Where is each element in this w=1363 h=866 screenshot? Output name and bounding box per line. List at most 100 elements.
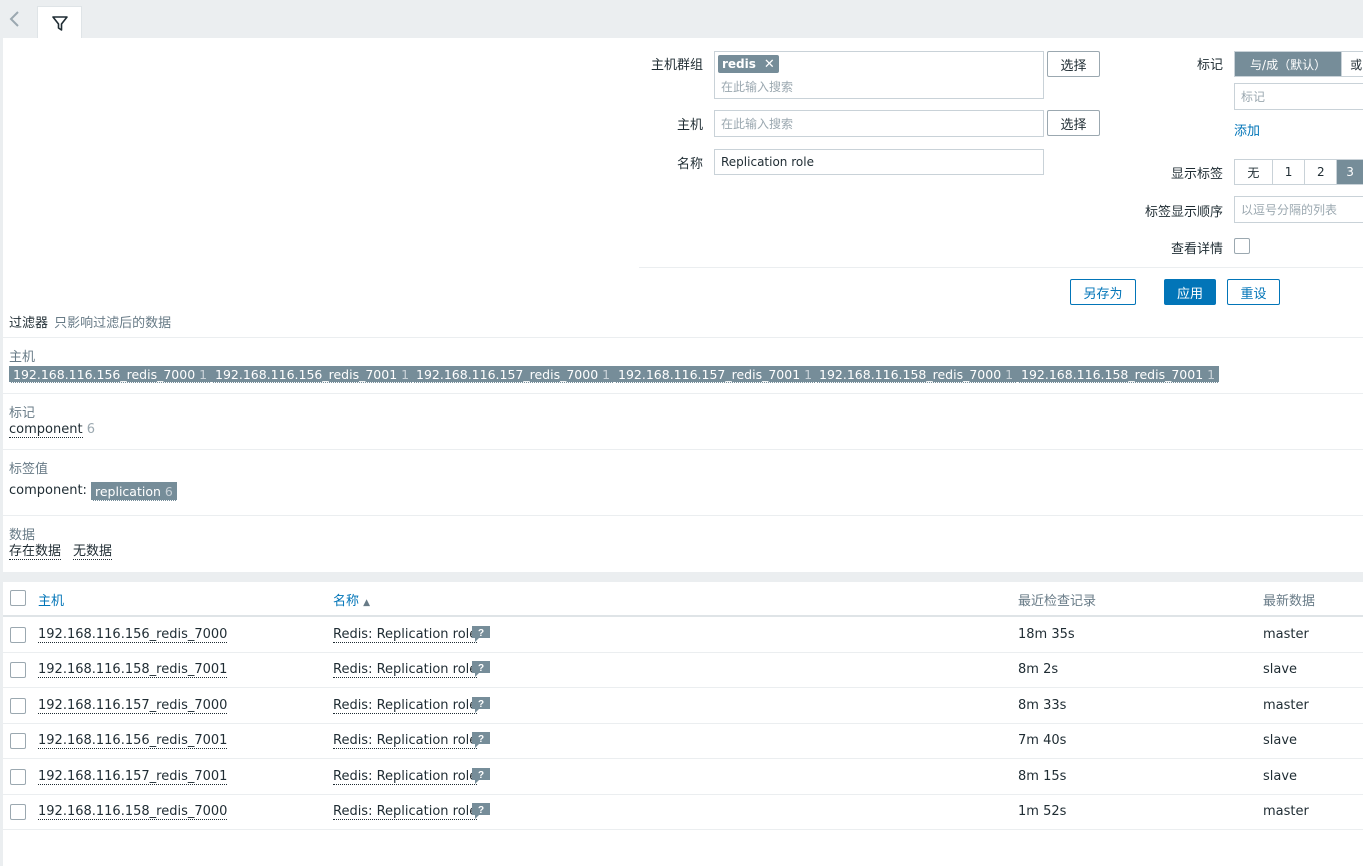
subfilter-divider xyxy=(3,515,1363,516)
subfilter-tags-title: 标记 xyxy=(9,406,36,421)
item-description-icon[interactable]: ? xyxy=(472,732,490,749)
show-tags-1[interactable]: 1 xyxy=(1273,160,1306,184)
row-last-value: slave xyxy=(1263,768,1298,784)
show-tags-label: 显示标签 xyxy=(1170,167,1223,182)
item-description-icon[interactable]: ? xyxy=(472,767,490,785)
subfilter-host-name: 192.168.116.157_redis_7001 xyxy=(618,366,801,382)
tag-name-placeholder: 标记 xyxy=(1241,90,1266,104)
host-groups-multiselect[interactable]: redis ✕ 在此输入搜索 xyxy=(714,51,1044,99)
item-description-icon[interactable]: ? xyxy=(472,626,490,643)
row-host-link[interactable]: 192.168.116.157_redis_7001 xyxy=(38,769,228,785)
subfilter-divider xyxy=(3,337,1363,338)
hosts-search-placeholder: 在此输入搜索 xyxy=(721,117,794,131)
tags-label: 标记 xyxy=(1196,58,1223,73)
row-host-link[interactable]: 192.168.116.158_redis_7001 xyxy=(38,662,228,679)
name-label: 名称 xyxy=(676,157,703,172)
row-item-name-link[interactable]: Redis: Replication role xyxy=(333,769,478,785)
row-checkbox[interactable] xyxy=(10,768,26,785)
subfilter-host-tag[interactable]: 192.168.116.157_redis_7001 1 xyxy=(614,366,817,383)
add-tag-link[interactable]: 添加 xyxy=(1234,120,1260,139)
row-last-value: master xyxy=(1263,627,1309,642)
svg-text:?: ? xyxy=(478,734,484,745)
row-host-link[interactable]: 192.168.116.158_redis_7000 xyxy=(38,804,228,820)
row-host-link[interactable]: 192.168.116.156_redis_7001 xyxy=(38,733,228,750)
row-checkbox[interactable] xyxy=(10,804,26,820)
row-checkbox[interactable] xyxy=(10,733,26,750)
subfilter-tag-value[interactable]: replication 6 xyxy=(91,482,177,501)
row-checkbox[interactable] xyxy=(10,627,26,643)
host-group-chip-label: redis xyxy=(722,57,756,71)
show-details-checkbox[interactable] xyxy=(1234,238,1250,254)
chevron-left-icon[interactable] xyxy=(4,6,26,32)
row-last-check: 8m 33s xyxy=(1018,697,1067,713)
tags-mode-or[interactable]: 或 xyxy=(1342,52,1363,76)
column-header-host[interactable]: 主机 xyxy=(38,590,64,609)
filter-tab[interactable] xyxy=(37,6,82,39)
subfilter-host-name: 192.168.116.158_redis_7001 xyxy=(1021,366,1204,382)
reset-button[interactable]: 重设 xyxy=(1227,279,1280,305)
close-icon[interactable]: ✕ xyxy=(764,57,775,72)
item-description-icon[interactable]: ? xyxy=(472,696,490,714)
svg-text:?: ? xyxy=(478,770,484,781)
host-groups-search-placeholder[interactable]: 在此输入搜索 xyxy=(721,78,793,95)
row-item-name-link[interactable]: Redis: Replication role xyxy=(333,698,478,714)
hosts-multiselect[interactable]: 在此输入搜索 xyxy=(714,110,1044,137)
tags-evaltype-toggle: 与/成（默认） 或 xyxy=(1234,51,1363,77)
row-item-name-link[interactable]: Redis: Replication role xyxy=(333,627,478,643)
sort-asc-icon: ▲ xyxy=(363,598,371,608)
svg-text:?: ? xyxy=(478,663,484,674)
table-row: 192.168.116.156_redis_7001 Redis: Replic… xyxy=(3,724,1363,760)
table-row: 192.168.116.158_redis_7000 Redis: Replic… xyxy=(3,795,1363,830)
hosts-select-button[interactable]: 选择 xyxy=(1047,110,1100,136)
subfilter-host-count: 1 xyxy=(1005,366,1014,382)
show-tags-3[interactable]: 3 xyxy=(1337,160,1363,184)
subfilter-host-tag[interactable]: 192.168.116.156_redis_7001 1 xyxy=(211,366,414,383)
row-checkbox[interactable] xyxy=(10,662,26,679)
row-checkbox[interactable] xyxy=(10,697,26,714)
filter-panel: 主机群组 redis ✕ 在此输入搜索 选择 主机 在此输入搜索 选择 名称 R… xyxy=(3,38,1363,572)
tag-priority-input[interactable]: 以逗号分隔的列表 xyxy=(1234,196,1363,223)
row-host-link[interactable]: 192.168.116.156_redis_7000 xyxy=(38,627,228,643)
subfilter-tag-name[interactable]: component xyxy=(9,422,83,438)
save-as-button[interactable]: 另存为 xyxy=(1070,279,1136,305)
subfilter-host-tag[interactable]: 192.168.116.157_redis_7000 1 xyxy=(412,366,615,383)
row-item-name-link[interactable]: Redis: Replication role xyxy=(333,733,478,750)
subfilter-host-count: 1 xyxy=(804,366,813,382)
row-last-check: 7m 40s xyxy=(1018,733,1067,749)
row-item-name-link[interactable]: Redis: Replication role xyxy=(333,662,478,679)
row-last-check: 8m 15s xyxy=(1018,768,1067,784)
column-header-name[interactable]: 名称 ▲ xyxy=(333,590,370,609)
subfilter-divider xyxy=(3,393,1363,394)
show-tags-toggle: 无 1 2 3 xyxy=(1234,159,1363,185)
row-item-name-link[interactable]: Redis: Replication role xyxy=(333,804,478,820)
subfilter-with-data[interactable]: 存在数据 xyxy=(9,544,62,560)
subfilter-tag-values-title: 标签值 xyxy=(9,462,49,477)
subfilter-without-data[interactable]: 无数据 xyxy=(73,544,113,560)
name-input[interactable]: Replication role xyxy=(714,149,1044,175)
hosts-label: 主机 xyxy=(676,118,703,133)
show-tags-2[interactable]: 2 xyxy=(1305,160,1338,184)
show-details-label: 查看详情 xyxy=(1170,242,1223,257)
subfilter-host-tag[interactable]: 192.168.116.158_redis_7001 1 xyxy=(1017,366,1220,383)
tag-name-input[interactable]: 标记 xyxy=(1234,83,1363,110)
subfilter-hosts-title: 主机 xyxy=(9,350,36,365)
tags-mode-and-or[interactable]: 与/成（默认） xyxy=(1235,52,1343,76)
select-all-checkbox[interactable] xyxy=(10,590,26,606)
subfilter-host-tag[interactable]: 192.168.116.158_redis_7000 1 xyxy=(815,366,1018,383)
host-groups-select-button[interactable]: 选择 xyxy=(1047,51,1100,77)
apply-button[interactable]: 应用 xyxy=(1164,279,1216,305)
subfilter-host-tag[interactable]: 192.168.116.156_redis_7000 1 xyxy=(9,366,212,383)
column-header-name-label: 名称 xyxy=(333,594,360,609)
item-description-icon[interactable]: ? xyxy=(472,803,490,820)
table-row: 192.168.116.157_redis_7000 Redis: Replic… xyxy=(3,689,1363,724)
subfilter-host-count: 1 xyxy=(602,366,611,382)
item-description-icon[interactable]: ? xyxy=(472,661,490,678)
subfilter-data-title: 数据 xyxy=(9,528,36,543)
table-row: 192.168.116.157_redis_7001 Redis: Replic… xyxy=(3,760,1363,795)
subfilter-host-count: 1 xyxy=(199,366,208,382)
subfilter-note: 只影响过滤后的数据 xyxy=(54,316,172,331)
subfilter-host-name: 192.168.116.158_redis_7000 xyxy=(819,366,1002,382)
row-last-value: slave xyxy=(1263,733,1298,749)
row-host-link[interactable]: 192.168.116.157_redis_7000 xyxy=(38,698,228,714)
show-tags-none[interactable]: 无 xyxy=(1235,160,1273,184)
